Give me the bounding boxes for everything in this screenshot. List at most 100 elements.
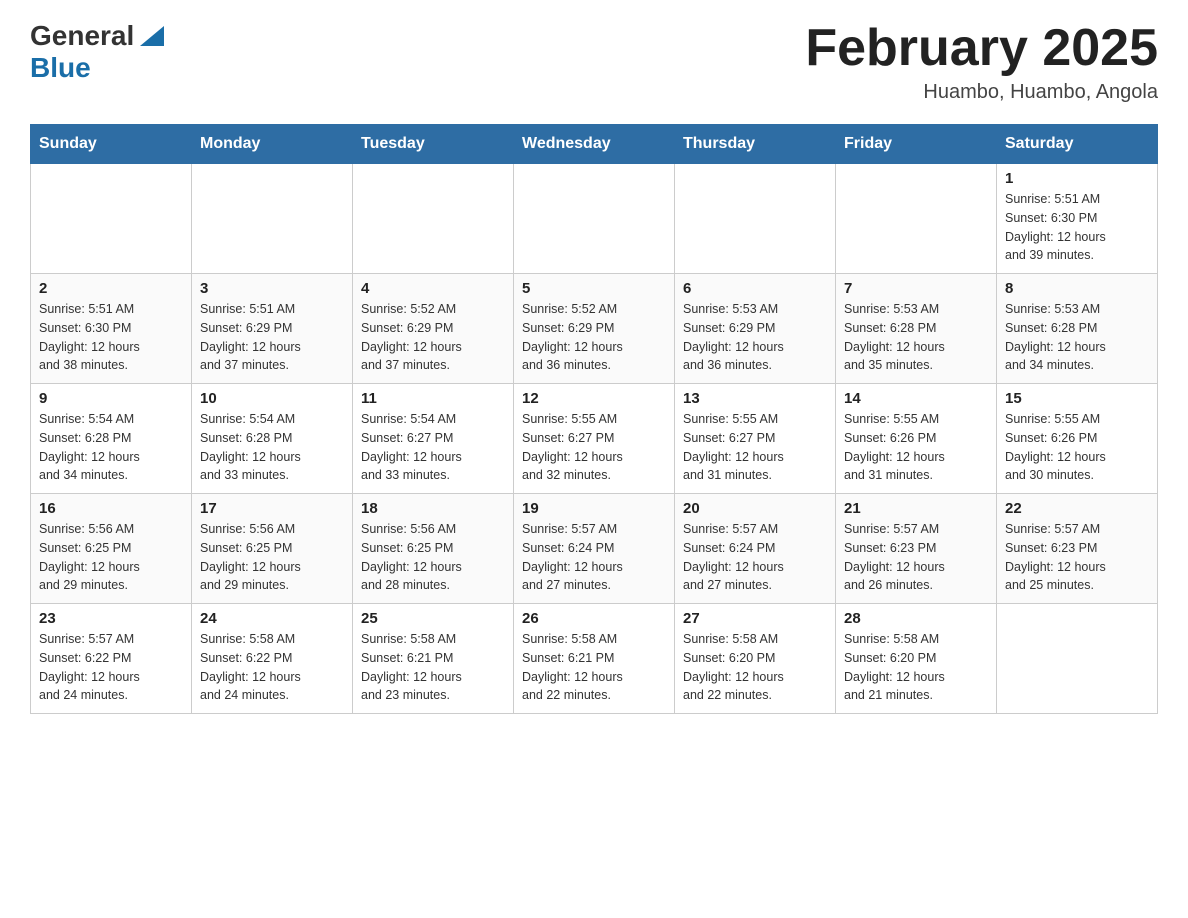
day-number: 1	[1005, 170, 1149, 187]
calendar-cell: 10 Sunrise: 5:54 AMSunset: 6:28 PMDayligh…	[192, 384, 353, 494]
day-number: 2	[39, 280, 183, 297]
calendar-cell: 27 Sunrise: 5:58 AMSunset: 6:20 PMDayligh…	[675, 604, 836, 714]
day-info: Sunrise: 5:56 AMSunset: 6:25 PMDaylight:…	[361, 520, 505, 595]
day-info: Sunrise: 5:55 AMSunset: 6:27 PMDaylight:…	[522, 410, 666, 485]
calendar-cell	[836, 164, 997, 274]
day-number: 27	[683, 610, 827, 627]
day-info: Sunrise: 5:54 AMSunset: 6:27 PMDaylight:…	[361, 410, 505, 485]
calendar-cell	[353, 164, 514, 274]
day-number: 22	[1005, 500, 1149, 517]
calendar-title: February 2025	[805, 20, 1158, 77]
calendar-cell: 8 Sunrise: 5:53 AMSunset: 6:28 PMDaylight…	[997, 274, 1158, 384]
day-number: 21	[844, 500, 988, 517]
day-number: 14	[844, 390, 988, 407]
calendar-cell: 3 Sunrise: 5:51 AMSunset: 6:29 PMDaylight…	[192, 274, 353, 384]
day-number: 3	[200, 280, 344, 297]
day-number: 28	[844, 610, 988, 627]
weekday-header-monday: Monday	[192, 125, 353, 164]
calendar-table: SundayMondayTuesdayWednesdayThursdayFrid…	[30, 124, 1158, 714]
day-info: Sunrise: 5:55 AMSunset: 6:26 PMDaylight:…	[844, 410, 988, 485]
calendar-cell: 11 Sunrise: 5:54 AMSunset: 6:27 PMDayligh…	[353, 384, 514, 494]
logo-triangle-icon	[136, 22, 164, 50]
day-number: 26	[522, 610, 666, 627]
day-number: 19	[522, 500, 666, 517]
calendar-cell: 21 Sunrise: 5:57 AMSunset: 6:23 PMDayligh…	[836, 494, 997, 604]
day-number: 11	[361, 390, 505, 407]
calendar-week-4: 16 Sunrise: 5:56 AMSunset: 6:25 PMDayligh…	[31, 494, 1158, 604]
day-number: 10	[200, 390, 344, 407]
weekday-header-friday: Friday	[836, 125, 997, 164]
day-info: Sunrise: 5:55 AMSunset: 6:27 PMDaylight:…	[683, 410, 827, 485]
calendar-cell: 14 Sunrise: 5:55 AMSunset: 6:26 PMDayligh…	[836, 384, 997, 494]
day-number: 5	[522, 280, 666, 297]
calendar-week-1: 1 Sunrise: 5:51 AMSunset: 6:30 PMDaylight…	[31, 164, 1158, 274]
day-info: Sunrise: 5:51 AMSunset: 6:29 PMDaylight:…	[200, 300, 344, 375]
logo: General Blue	[30, 20, 164, 84]
weekday-header-row: SundayMondayTuesdayWednesdayThursdayFrid…	[31, 125, 1158, 164]
calendar-cell	[192, 164, 353, 274]
calendar-cell: 19 Sunrise: 5:57 AMSunset: 6:24 PMDayligh…	[514, 494, 675, 604]
calendar-cell: 17 Sunrise: 5:56 AMSunset: 6:25 PMDayligh…	[192, 494, 353, 604]
day-info: Sunrise: 5:53 AMSunset: 6:28 PMDaylight:…	[1005, 300, 1149, 375]
day-number: 15	[1005, 390, 1149, 407]
day-number: 7	[844, 280, 988, 297]
day-info: Sunrise: 5:58 AMSunset: 6:22 PMDaylight:…	[200, 630, 344, 705]
page-header: General Blue February 2025 Huambo, Huamb…	[30, 20, 1158, 104]
calendar-cell: 6Sunrise: 5:53 AMSunset: 6:29 PMDaylight…	[675, 274, 836, 384]
day-number: 23	[39, 610, 183, 627]
day-number: 17	[200, 500, 344, 517]
calendar-cell: 25 Sunrise: 5:58 AMSunset: 6:21 PMDayligh…	[353, 604, 514, 714]
day-info: Sunrise: 5:58 AMSunset: 6:21 PMDaylight:…	[522, 630, 666, 705]
calendar-cell	[675, 164, 836, 274]
calendar-cell: 22 Sunrise: 5:57 AMSunset: 6:23 PMDayligh…	[997, 494, 1158, 604]
title-section: February 2025 Huambo, Huambo, Angola	[805, 20, 1158, 104]
calendar-cell: 4Sunrise: 5:52 AMSunset: 6:29 PMDaylight…	[353, 274, 514, 384]
calendar-cell: 28 Sunrise: 5:58 AMSunset: 6:20 PMDayligh…	[836, 604, 997, 714]
day-info: Sunrise: 5:58 AMSunset: 6:20 PMDaylight:…	[844, 630, 988, 705]
logo-blue-text: Blue	[30, 52, 91, 83]
calendar-cell: 20 Sunrise: 5:57 AMSunset: 6:24 PMDayligh…	[675, 494, 836, 604]
day-number: 9	[39, 390, 183, 407]
calendar-cell: 12 Sunrise: 5:55 AMSunset: 6:27 PMDayligh…	[514, 384, 675, 494]
day-number: 25	[361, 610, 505, 627]
day-info: Sunrise: 5:56 AMSunset: 6:25 PMDaylight:…	[200, 520, 344, 595]
calendar-cell: 7 Sunrise: 5:53 AMSunset: 6:28 PMDaylight…	[836, 274, 997, 384]
day-info: Sunrise: 5:57 AMSunset: 6:23 PMDaylight:…	[1005, 520, 1149, 595]
day-info: Sunrise: 5:52 AMSunset: 6:29 PMDaylight:…	[522, 300, 666, 375]
calendar-cell: 16 Sunrise: 5:56 AMSunset: 6:25 PMDayligh…	[31, 494, 192, 604]
day-number: 20	[683, 500, 827, 517]
calendar-cell: 26 Sunrise: 5:58 AMSunset: 6:21 PMDayligh…	[514, 604, 675, 714]
day-info: Sunrise: 5:57 AMSunset: 6:24 PMDaylight:…	[522, 520, 666, 595]
calendar-cell: 13Sunrise: 5:55 AMSunset: 6:27 PMDayligh…	[675, 384, 836, 494]
day-info: Sunrise: 5:54 AMSunset: 6:28 PMDaylight:…	[39, 410, 183, 485]
day-number: 8	[1005, 280, 1149, 297]
day-info: Sunrise: 5:52 AMSunset: 6:29 PMDaylight:…	[361, 300, 505, 375]
day-number: 6	[683, 280, 827, 297]
day-info: Sunrise: 5:51 AMSunset: 6:30 PMDaylight:…	[39, 300, 183, 375]
day-number: 12	[522, 390, 666, 407]
day-info: Sunrise: 5:58 AMSunset: 6:21 PMDaylight:…	[361, 630, 505, 705]
weekday-header-tuesday: Tuesday	[353, 125, 514, 164]
day-number: 16	[39, 500, 183, 517]
day-info: Sunrise: 5:56 AMSunset: 6:25 PMDaylight:…	[39, 520, 183, 595]
day-info: Sunrise: 5:51 AMSunset: 6:30 PMDaylight:…	[1005, 190, 1149, 265]
day-info: Sunrise: 5:54 AMSunset: 6:28 PMDaylight:…	[200, 410, 344, 485]
day-info: Sunrise: 5:57 AMSunset: 6:22 PMDaylight:…	[39, 630, 183, 705]
calendar-cell	[31, 164, 192, 274]
calendar-subtitle: Huambo, Huambo, Angola	[805, 81, 1158, 104]
calendar-cell: 18 Sunrise: 5:56 AMSunset: 6:25 PMDayligh…	[353, 494, 514, 604]
calendar-week-5: 23 Sunrise: 5:57 AMSunset: 6:22 PMDayligh…	[31, 604, 1158, 714]
day-number: 24	[200, 610, 344, 627]
calendar-cell: 15Sunrise: 5:55 AMSunset: 6:26 PMDayligh…	[997, 384, 1158, 494]
calendar-cell: 2 Sunrise: 5:51 AMSunset: 6:30 PMDaylight…	[31, 274, 192, 384]
day-info: Sunrise: 5:53 AMSunset: 6:28 PMDaylight:…	[844, 300, 988, 375]
day-number: 18	[361, 500, 505, 517]
day-info: Sunrise: 5:57 AMSunset: 6:23 PMDaylight:…	[844, 520, 988, 595]
weekday-header-saturday: Saturday	[997, 125, 1158, 164]
calendar-week-3: 9 Sunrise: 5:54 AMSunset: 6:28 PMDaylight…	[31, 384, 1158, 494]
calendar-cell: 1 Sunrise: 5:51 AMSunset: 6:30 PMDaylight…	[997, 164, 1158, 274]
day-info: Sunrise: 5:58 AMSunset: 6:20 PMDaylight:…	[683, 630, 827, 705]
calendar-cell: 23 Sunrise: 5:57 AMSunset: 6:22 PMDayligh…	[31, 604, 192, 714]
day-info: Sunrise: 5:57 AMSunset: 6:24 PMDaylight:…	[683, 520, 827, 595]
calendar-cell	[997, 604, 1158, 714]
